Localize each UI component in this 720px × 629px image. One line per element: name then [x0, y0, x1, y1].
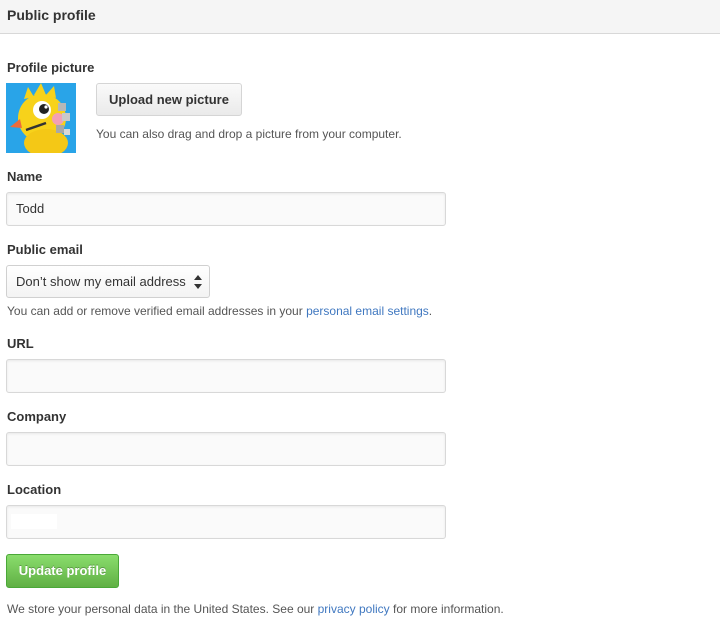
name-input[interactable]: Todd — [6, 192, 446, 226]
avatar — [6, 83, 76, 153]
location-label: Location — [7, 482, 62, 497]
privacy-note: We store your personal data in the Unite… — [7, 602, 504, 616]
upload-picture-button[interactable]: Upload new picture — [96, 83, 242, 116]
public-email-label: Public email — [7, 242, 83, 257]
up-down-arrows-icon — [194, 275, 202, 289]
update-profile-button[interactable]: Update profile — [6, 554, 119, 588]
page-title: Public profile — [7, 7, 96, 23]
location-input[interactable] — [6, 505, 446, 539]
privacy-note-suffix: for more information. — [389, 602, 504, 616]
url-label: URL — [7, 336, 34, 351]
public-email-select[interactable]: Don’t show my email address — [6, 265, 210, 298]
company-input[interactable] — [6, 432, 446, 466]
url-input[interactable] — [6, 359, 446, 393]
email-settings-hint: You can add or remove verified email add… — [7, 304, 432, 318]
drag-drop-hint: You can also drag and drop a picture fro… — [96, 127, 402, 141]
privacy-policy-link[interactable]: privacy policy — [318, 602, 390, 616]
personal-email-settings-link[interactable]: personal email settings — [306, 304, 429, 318]
name-label: Name — [7, 169, 43, 184]
email-hint-suffix: . — [428, 304, 433, 318]
redacted-location-block — [11, 514, 57, 529]
profile-picture-label: Profile picture — [7, 60, 95, 75]
page-header: Public profile — [0, 0, 720, 34]
company-label: Company — [7, 409, 67, 424]
public-email-selected-value: Don’t show my email address — [16, 274, 186, 289]
email-hint-text: You can add or remove verified email add… — [7, 304, 307, 318]
privacy-note-text: We store your personal data in the Unite… — [7, 602, 318, 616]
avatar-image-icon — [6, 83, 76, 153]
